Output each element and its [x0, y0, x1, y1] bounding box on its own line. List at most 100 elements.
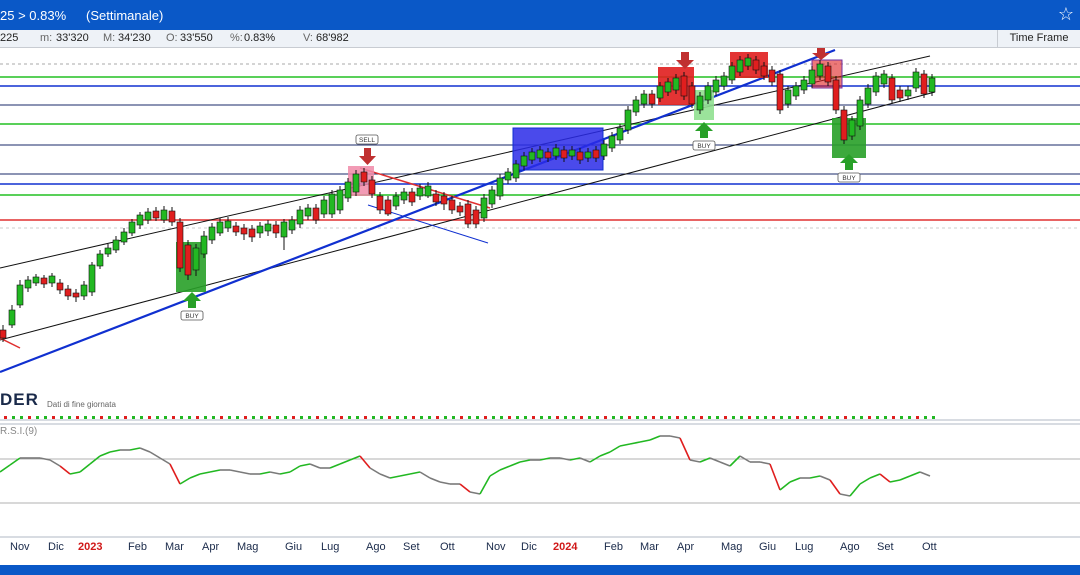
- rsi-segment: [419, 471, 431, 479]
- volume-dot: [28, 416, 31, 419]
- candle-body: [560, 149, 568, 159]
- candle-body: [328, 193, 336, 215]
- rsi-segment: [79, 463, 91, 473]
- volume-dot: [412, 416, 415, 419]
- x-axis-label: Feb: [128, 541, 147, 553]
- volume-dot: [452, 416, 455, 419]
- volume-dot: [4, 416, 7, 419]
- rsi-segment: [839, 493, 851, 497]
- price-chart[interactable]: SELL BUY BUY BUY: [0, 0, 1080, 575]
- candle-body: [32, 276, 40, 284]
- candle-body: [456, 205, 464, 213]
- candle-body: [344, 181, 352, 199]
- sell-tag: SELL: [359, 137, 375, 144]
- volume-dot: [292, 416, 295, 419]
- candle-body: [88, 264, 96, 293]
- rsi-segment: [829, 479, 841, 495]
- x-axis-label: Set: [877, 541, 894, 553]
- rsi-segment: [599, 451, 611, 457]
- candle-body: [120, 231, 128, 243]
- rsi-segment: [689, 459, 701, 463]
- x-axis-label: Dic: [48, 541, 64, 553]
- volume-dot: [220, 416, 223, 419]
- volume-dot: [404, 416, 407, 419]
- volume-dot: [748, 416, 751, 419]
- x-axis-label: Ago: [840, 541, 860, 553]
- sell-arrow: SELL: [355, 134, 379, 165]
- candle-body: [0, 329, 7, 339]
- volume-dot: [628, 416, 631, 419]
- candle-body: [480, 197, 488, 219]
- volume-dot: [916, 416, 919, 419]
- candle-body: [728, 65, 736, 81]
- rsi-segment: [569, 457, 581, 461]
- volume-dot: [684, 416, 687, 419]
- rsi-segment: [179, 477, 191, 485]
- volume-dot: [796, 416, 799, 419]
- candle-body: [24, 279, 32, 289]
- candle-body: [200, 235, 208, 255]
- rsi-segment: [869, 473, 881, 479]
- candle-body: [736, 59, 744, 73]
- candle-body: [912, 71, 920, 89]
- x-axis-label: Ott: [922, 541, 937, 553]
- x-axis-label: Mar: [165, 541, 184, 553]
- volume-dot: [732, 416, 735, 419]
- rsi-segment: [0, 464, 11, 473]
- candle-body: [568, 149, 576, 157]
- x-axis-label: Ago: [366, 541, 386, 553]
- x-axis-label: 2023: [78, 541, 103, 553]
- candle-body: [496, 177, 504, 197]
- rsi-segment: [329, 463, 341, 469]
- volume-dot: [756, 416, 759, 419]
- x-axis-label: 2024: [553, 541, 578, 553]
- volume-dot: [260, 416, 263, 419]
- rsi-segment: [629, 441, 641, 445]
- rsi-segment: [669, 435, 681, 439]
- candle-body: [792, 85, 800, 97]
- volume-dot: [236, 416, 239, 419]
- candle-body: [512, 163, 520, 179]
- volume-dot: [84, 416, 87, 419]
- candle-body: [632, 99, 640, 113]
- volume-dot: [348, 416, 351, 419]
- volume-dot: [140, 416, 143, 419]
- candle-body: [256, 225, 264, 234]
- volume-dot: [716, 416, 719, 419]
- volume-dot: [764, 416, 767, 419]
- candle-body: [96, 253, 104, 267]
- candle-body: [544, 151, 552, 159]
- candle-body: [432, 193, 440, 203]
- candle-body: [928, 77, 936, 93]
- candle-body: [336, 189, 344, 211]
- rsi-segment: [289, 465, 301, 473]
- buy-tag: BUY: [185, 313, 199, 320]
- volume-dot: [124, 416, 127, 419]
- volume-dot: [724, 416, 727, 419]
- candle-body: [368, 179, 376, 195]
- volume-dot: [68, 416, 71, 419]
- rsi-segment: [129, 447, 141, 451]
- candle-body: [384, 199, 392, 215]
- candle-body: [816, 63, 824, 77]
- rsi-segment: [389, 475, 401, 479]
- candle-body: [552, 147, 560, 157]
- volume-dot: [556, 416, 559, 419]
- candle-body: [896, 89, 904, 99]
- candle-body: [720, 75, 728, 87]
- candle-body: [832, 79, 840, 111]
- volume-dot: [108, 416, 111, 419]
- candle-body: [272, 224, 280, 234]
- candle-body: [80, 284, 88, 297]
- volume-dot: [420, 416, 423, 419]
- candle-body: [400, 191, 408, 201]
- candle-body: [752, 59, 760, 71]
- rsi-segment: [279, 471, 291, 475]
- candles: [0, 54, 936, 342]
- x-axis-label: Giu: [759, 541, 777, 553]
- volume-dot: [372, 416, 375, 419]
- volume-dot: [284, 416, 287, 419]
- rsi-segment: [499, 465, 511, 471]
- volume-dot: [324, 416, 327, 419]
- volume-dot: [508, 416, 511, 419]
